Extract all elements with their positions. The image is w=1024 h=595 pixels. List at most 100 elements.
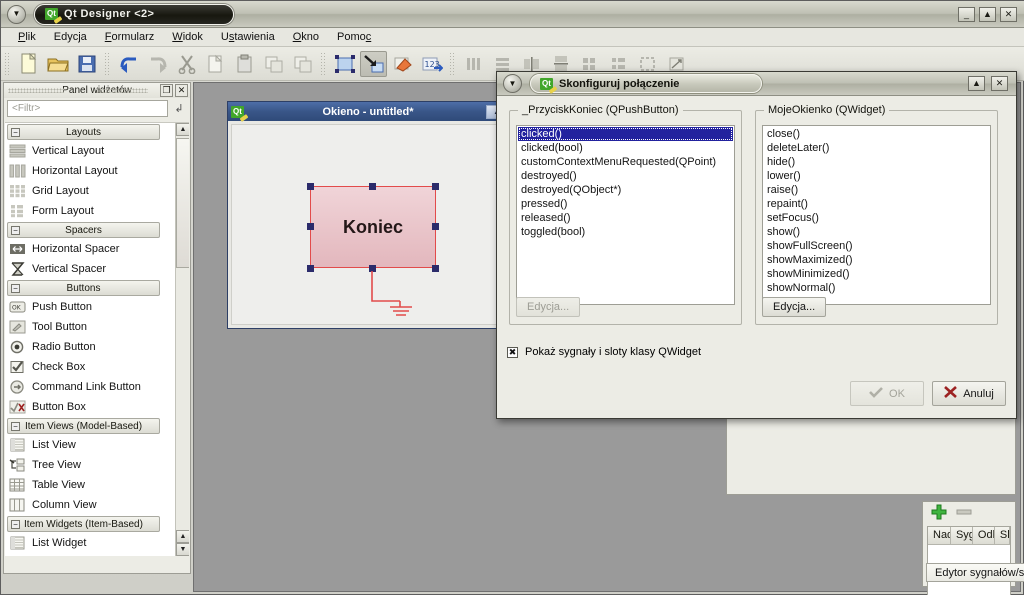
- menu-widok[interactable]: Widok: [163, 29, 212, 45]
- widget-item-radio-button[interactable]: Radio Button: [5, 337, 175, 357]
- widget-box-list[interactable]: − Layouts Vertical Layout Horizontal Layout…: [5, 122, 189, 556]
- signal-edit-button[interactable]: Edycja...: [516, 297, 581, 317]
- slot-item[interactable]: showFullScreen(): [764, 239, 989, 253]
- signal-item[interactable]: destroyed(): [518, 169, 733, 183]
- widget-filter-input[interactable]: <Filtr>: [7, 100, 168, 117]
- show-qwidget-checkbox-row[interactable]: ✖ Pokaż sygnały i sloty klasy QWidget: [507, 346, 701, 358]
- layout-horizontal-icon[interactable]: [460, 51, 487, 77]
- dialog-close-button[interactable]: ✕: [991, 76, 1008, 91]
- maximize-button[interactable]: ▲: [979, 6, 996, 22]
- slot-item[interactable]: showMaximized(): [764, 253, 989, 267]
- window-menu-icon[interactable]: ▼: [503, 74, 522, 93]
- signal-item[interactable]: toggled(bool): [518, 225, 733, 239]
- signal-item[interactable]: released(): [518, 211, 733, 225]
- dock-tab-edytor-sygna-w-s[interactable]: Edytor sygnałów/s…: [926, 563, 1024, 582]
- widget-item-horizontal-spacer[interactable]: Horizontal Spacer: [5, 239, 175, 259]
- scroll-up-icon[interactable]: ▲: [176, 123, 189, 136]
- add-plus-icon[interactable]: [931, 504, 947, 523]
- widget-item-tool-button[interactable]: Tool Button: [5, 317, 175, 337]
- duplicate-icon[interactable]: [289, 51, 316, 77]
- category-expander-icon[interactable]: −: [11, 284, 20, 293]
- connections-table[interactable]: NadajnikSygnałOdbiornikSlot: [927, 526, 1011, 595]
- widget-category-item-views-model-based[interactable]: − Item Views (Model-Based): [7, 418, 160, 434]
- category-expander-icon[interactable]: −: [11, 520, 20, 529]
- signal-item[interactable]: destroyed(QObject*): [518, 183, 733, 197]
- category-expander-icon[interactable]: −: [11, 128, 20, 137]
- shade-button[interactable]: ▲: [968, 76, 985, 91]
- widget-item-check-box[interactable]: Check Box: [5, 357, 175, 377]
- widget-item-tree-view[interactable]: Tree View: [5, 455, 175, 475]
- category-expander-icon[interactable]: −: [11, 226, 20, 235]
- toolbar-grip-3[interactable]: [320, 51, 327, 76]
- scroll-up-icon-2[interactable]: ▲: [176, 530, 189, 543]
- cut-icon[interactable]: [173, 51, 200, 77]
- slot-item[interactable]: setFocus(): [764, 211, 989, 225]
- menu-pomoc[interactable]: Pomoc: [328, 29, 380, 45]
- widget-item-button-box[interactable]: Button Box: [5, 397, 175, 417]
- signal-item[interactable]: clicked(bool): [518, 141, 733, 155]
- widget-item-grid-layout[interactable]: Grid Layout: [5, 181, 175, 201]
- widget-item-push-button[interactable]: OK Push Button: [5, 297, 175, 317]
- column-header-sygna-[interactable]: Sygnał: [951, 527, 973, 544]
- widget-item-vertical-layout[interactable]: Vertical Layout: [5, 141, 175, 161]
- show-qwidget-checkbox[interactable]: ✖: [507, 346, 518, 358]
- menu-plik[interactable]: Plik: [9, 29, 45, 45]
- slot-item[interactable]: repaint(): [764, 197, 989, 211]
- widget-item-list-widget[interactable]: List Widget: [5, 533, 175, 553]
- open-folder-icon[interactable]: [44, 51, 71, 77]
- scroll-down-icon[interactable]: ▼: [176, 543, 189, 556]
- category-expander-icon[interactable]: −: [11, 422, 20, 431]
- edit-signals-slots-mode-icon[interactable]: [360, 50, 387, 77]
- menu-ustawienia[interactable]: Ustawienia: [212, 29, 284, 45]
- slot-item[interactable]: lower(): [764, 169, 989, 183]
- slot-item[interactable]: close(): [764, 127, 989, 141]
- widget-item-horizontal-layout[interactable]: Horizontal Layout: [5, 161, 175, 181]
- slot-item[interactable]: showMinimized(): [764, 267, 989, 281]
- widget-item-command-link-button[interactable]: Command Link Button: [5, 377, 175, 397]
- column-header-slot[interactable]: Slot: [995, 527, 1010, 544]
- widget-item-vertical-spacer[interactable]: Vertical Spacer: [5, 259, 175, 279]
- float-icon[interactable]: ❐: [160, 84, 173, 97]
- widget-item-column-view[interactable]: Column View: [5, 495, 175, 515]
- widget-item-form-layout[interactable]: Form Layout: [5, 201, 175, 221]
- signal-list[interactable]: clicked() clicked(bool) customContextMenuR…: [516, 125, 735, 305]
- edit-buddies-mode-icon[interactable]: [389, 51, 416, 77]
- slot-list[interactable]: close() deleteLater() hide() lower() raise()…: [762, 125, 991, 305]
- menu-edycja[interactable]: Edycja: [45, 29, 96, 45]
- widget-category-spacers[interactable]: − Spacers: [7, 222, 160, 238]
- undo-arrow-icon[interactable]: ↲: [171, 101, 187, 117]
- widget-category-layouts[interactable]: − Layouts: [7, 124, 160, 140]
- scrollbar-thumb[interactable]: [176, 138, 189, 268]
- widget-item-table-view[interactable]: Table View: [5, 475, 175, 495]
- signal-item[interactable]: customContextMenuRequested(QPoint): [518, 155, 733, 169]
- slot-item[interactable]: hide(): [764, 155, 989, 169]
- copy-icon[interactable]: [202, 51, 229, 77]
- minimize-button[interactable]: _: [958, 6, 975, 22]
- widget-category-buttons[interactable]: − Buttons: [7, 280, 160, 296]
- column-header-nadajnik[interactable]: Nadajnik: [928, 527, 951, 544]
- slot-item[interactable]: deleteLater(): [764, 141, 989, 155]
- slot-item[interactable]: showNormal(): [764, 281, 989, 295]
- remove-minus-icon[interactable]: [956, 507, 972, 519]
- menu-formularz[interactable]: Formularz: [96, 29, 164, 45]
- toolbar-grip-2[interactable]: [104, 51, 111, 76]
- close-icon[interactable]: ✕: [175, 84, 188, 97]
- window-menu-icon[interactable]: ▼: [7, 4, 26, 24]
- widget-box-scrollbar[interactable]: ▲ ▲ ▼: [175, 123, 189, 556]
- slot-edit-button[interactable]: Edycja...: [762, 297, 827, 317]
- edit-widgets-mode-icon[interactable]: [331, 51, 358, 77]
- widget-item-tree-widget[interactable]: Tree Widget: [5, 553, 175, 556]
- toolbar-grip-4[interactable]: [449, 51, 456, 76]
- clone-icon[interactable]: [260, 51, 287, 77]
- menu-okno[interactable]: Okno: [284, 29, 328, 45]
- cancel-button[interactable]: Anuluj: [932, 381, 1006, 406]
- widget-category-item-widgets-item-based[interactable]: − Item Widgets (Item-Based): [7, 516, 160, 532]
- redo-icon[interactable]: [144, 51, 171, 77]
- slot-item[interactable]: raise(): [764, 183, 989, 197]
- new-file-icon[interactable]: [15, 51, 42, 77]
- toolbar-grip[interactable]: [4, 51, 11, 76]
- save-icon[interactable]: [73, 51, 100, 77]
- form-canvas[interactable]: Koniec: [231, 124, 508, 325]
- ok-button[interactable]: OK: [850, 381, 924, 406]
- slot-item[interactable]: show(): [764, 225, 989, 239]
